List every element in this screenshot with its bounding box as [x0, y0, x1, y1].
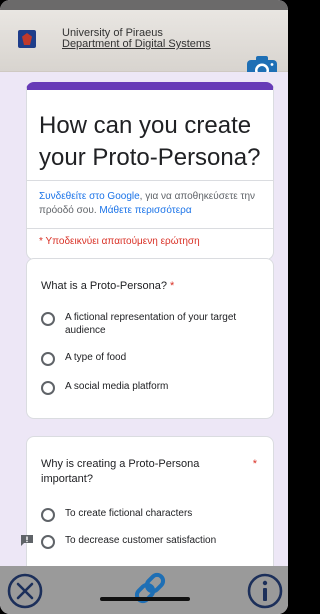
- university-logo: [18, 30, 36, 48]
- option-label: To decrease customer satisfaction: [65, 535, 217, 546]
- radio-option[interactable]: A social media platform: [41, 380, 263, 395]
- question-2-text: Why is creating a Proto-Persona importan…: [41, 458, 200, 485]
- link-button[interactable]: [130, 568, 170, 608]
- question-card-2: Why is creating a Proto-Persona importan…: [26, 436, 274, 566]
- phone-screen: University of Piraeus Department of Digi…: [0, 0, 288, 614]
- option-label: A fictional representation of your targe…: [65, 312, 237, 336]
- required-asterisk: *: [170, 280, 175, 292]
- university-line2: Department of Digital Systems: [62, 38, 211, 50]
- required-note: * Υποδεικνύει απαιτούμενη ερώτηση: [39, 236, 200, 247]
- university-header: University of Piraeus Department of Digi…: [0, 10, 288, 81]
- signin-notice: Συνδεθείτε στο Google, για να αποθηκεύσε…: [39, 190, 263, 218]
- question-title: What is a Proto-Persona? *: [27, 259, 273, 294]
- form-scroll-area[interactable]: How can you create your Proto-Persona? Σ…: [0, 72, 288, 566]
- feedback-icon[interactable]: [20, 534, 34, 547]
- radio-option[interactable]: A fictional representation of your targe…: [41, 311, 263, 337]
- radio-button[interactable]: [41, 535, 55, 549]
- question-1-text: What is a Proto-Persona?: [41, 280, 167, 292]
- link-icon: [134, 572, 166, 604]
- divider: [27, 228, 273, 229]
- university-name: University of Piraeus Department of Digi…: [62, 28, 211, 50]
- form-title: How can you create your Proto-Persona?: [39, 112, 261, 171]
- option-label: A social media platform: [65, 381, 169, 392]
- close-circle-icon: [7, 573, 43, 609]
- question-card-1: What is a Proto-Persona? * A fictional r…: [26, 258, 274, 419]
- radio-button[interactable]: [41, 312, 55, 326]
- bottom-toolbar: [0, 566, 288, 614]
- option-label: A type of food: [65, 352, 127, 363]
- required-asterisk: *: [252, 458, 257, 470]
- home-indicator[interactable]: [100, 597, 190, 601]
- learn-more-link[interactable]: Μάθετε περισσότερα: [99, 205, 191, 216]
- signin-link[interactable]: Συνδεθείτε στο Google: [39, 191, 140, 202]
- info-circle-icon: [247, 573, 283, 609]
- radio-button[interactable]: [41, 352, 55, 366]
- radio-button[interactable]: [41, 508, 55, 522]
- radio-option[interactable]: To decrease customer satisfaction: [41, 534, 263, 549]
- option-label: To create fictional characters: [65, 508, 193, 519]
- info-button[interactable]: [246, 572, 284, 610]
- close-button[interactable]: [6, 572, 44, 610]
- form-title-card: How can you create your Proto-Persona? Σ…: [26, 82, 274, 260]
- radio-button[interactable]: [41, 381, 55, 395]
- top-status-strip: [0, 0, 288, 10]
- radio-option[interactable]: A type of food: [41, 351, 263, 366]
- radio-option[interactable]: To create fictional characters: [41, 507, 263, 522]
- divider: [27, 180, 273, 181]
- question-title: Why is creating a Proto-Persona importan…: [27, 437, 273, 487]
